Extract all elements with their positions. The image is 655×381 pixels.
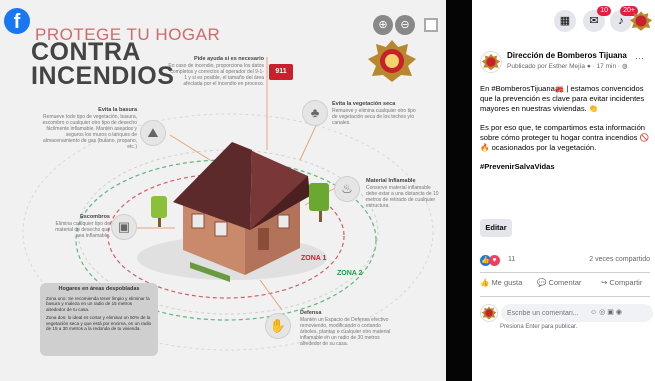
panel-debris: Escombros Elimina cualquier tipo de mate… — [50, 214, 110, 239]
panel-dry-veg-heading: Evita la vegetación seca — [332, 101, 396, 107]
comment-label: Comentar — [548, 278, 582, 287]
share-icon: ↪ — [601, 278, 608, 287]
infographic-title-line2: CONTRA — [31, 38, 141, 66]
messenger-icon[interactable]: ✉ 10 — [583, 6, 611, 32]
debris-icon: ▣ — [111, 214, 137, 240]
tag-photo-icon[interactable] — [424, 18, 438, 32]
enter-hint: Presiona Enter para publicar. — [500, 324, 578, 330]
zone2-label: ZONA 2 — [337, 270, 363, 277]
account-avatar[interactable] — [629, 9, 653, 33]
panel-debris-heading: Escombros — [80, 214, 110, 220]
like-label: Me gusta — [491, 278, 523, 287]
post-side-panel: ▦ ✉ 10 ♪ 20+ Dirección de Bomberos Tijuana… — [472, 0, 655, 381]
viewer-divider — [446, 0, 472, 381]
top-bar: ▦ ✉ 10 ♪ 20+ — [472, 0, 655, 40]
flame-icon: ♨ — [334, 176, 360, 202]
comment-icon: 💬 — [537, 278, 547, 287]
phone-911-icon: 911 — [269, 64, 293, 80]
panel-dry-vegetation: Evita la vegetación seca Remueve y elimi… — [332, 101, 422, 126]
panel-trash-heading: Evita la basura — [98, 107, 137, 113]
edit-button[interactable]: Editar — [480, 219, 512, 237]
infographic-image: f PROTEGE TU HOGAR CONTRA INCENDIOS ⊕⊖ ⤢… — [0, 0, 446, 381]
sticker-icon[interactable]: ◉ — [616, 309, 624, 316]
hint-box-heading: Hogares en áreas despobladas — [58, 286, 140, 292]
page-avatar[interactable] — [480, 51, 502, 73]
panel-dry-veg-body: Remueve y elimina cualquier otro tipo de… — [332, 108, 416, 126]
plant-icon: ♣ — [302, 100, 328, 126]
panel-flammable-heading: Material Inflamable — [366, 178, 416, 184]
zoom-controls: ⊕ ⊖ — [373, 15, 417, 35]
like-button[interactable]: 👍 Me gusta — [480, 278, 522, 287]
reaction-icons[interactable]: 👍 ♥ — [480, 255, 500, 266]
panel-trash: Evita la basura Remueve todo tipo de veg… — [37, 107, 137, 150]
share-label: Compartir — [609, 278, 643, 287]
zoom-in-icon[interactable]: ⊕ — [373, 15, 393, 35]
comment-button[interactable]: 💬 Comentar — [537, 278, 581, 287]
panel-flammable: Material Inflamable Conserve material in… — [366, 178, 442, 209]
comment-input[interactable] — [501, 304, 653, 322]
panel-trash-body: Remueve todo tipo de vegetación, basura,… — [42, 114, 137, 150]
hint-box-zone1: Zona uno: Se recomienda tener limpio y e… — [46, 295, 150, 312]
trash-pile-icon: ⛰ — [140, 120, 166, 146]
post-text: En #BomberosTijuana🚒 | estamos convencid… — [480, 84, 650, 181]
menu-grid-icon[interactable]: ▦ — [554, 10, 576, 32]
post-hashtag[interactable]: #PrevenirSalvaVidas — [480, 162, 650, 172]
hint-box-zone2: Zona dos: lo ideal es cortar y eliminar … — [46, 315, 152, 331]
messenger-badge: 10 — [597, 6, 611, 16]
zone1-label: ZONA 1 — [301, 255, 327, 262]
emoji-icon[interactable]: ☺ — [590, 309, 599, 316]
share-button[interactable]: ↪ Compartir — [601, 278, 642, 287]
panel-defense-heading: Defensa — [300, 310, 322, 316]
panel-defense: Defensa Mantén un Espacio de Defensa efe… — [300, 310, 395, 347]
post-paragraph-1: En #BomberosTijuana🚒 | estamos convencid… — [480, 84, 645, 113]
hint-box: Hogares en áreas despobladas Zona uno: S… — [40, 283, 158, 356]
panel-debris-body: Elimina cualquier tipo de material de de… — [55, 221, 110, 239]
gif-icon[interactable]: ▣ — [607, 309, 616, 316]
panel-defense-body: Mantén un Espacio de Defensa efectivo re… — [300, 317, 391, 347]
panel-help: Pide ayuda si es necesario En caso de in… — [168, 56, 264, 87]
divider — [480, 296, 650, 297]
panel-help-heading: Pide ayuda si es necesario — [193, 56, 264, 62]
post-meta: Publicado por Esther Mejía ● · 17 min · … — [507, 63, 628, 70]
commenter-avatar — [480, 304, 498, 322]
comment-tools: ☺◎▣◉ — [590, 308, 624, 316]
love-reaction-icon: ♥ — [489, 255, 500, 266]
more-options-icon[interactable]: ··· — [635, 53, 644, 63]
panel-help-body: En caso de incendio, proporciona los dat… — [168, 63, 264, 87]
panel-flammable-body: Conserve material inflamable debe estar … — [366, 185, 439, 209]
reactions-row: 👍 ♥ 11 2 veces compartido — [480, 255, 650, 269]
zoom-out-icon[interactable]: ⊖ — [395, 15, 415, 35]
post-paragraph-2: Es por eso que, te compartimos esta info… — [480, 123, 650, 152]
reaction-count[interactable]: 11 — [508, 256, 515, 263]
hand-icon: ✋ — [265, 313, 291, 339]
divider — [480, 272, 650, 273]
post-actions: 👍 Me gusta 💬 Comentar ↪ Compartir — [477, 278, 655, 292]
shares-count[interactable]: 2 veces compartido — [589, 256, 650, 263]
infographic-title: CONTRA INCENDIOS — [31, 38, 175, 90]
facebook-logo-icon[interactable]: f — [4, 8, 30, 34]
infographic-title-line3: INCENDIOS — [31, 62, 175, 90]
fire-department-badge-icon — [368, 40, 416, 82]
like-icon: 👍 — [480, 278, 490, 287]
page-name-link[interactable]: Dirección de Bomberos Tijuana — [507, 51, 627, 60]
